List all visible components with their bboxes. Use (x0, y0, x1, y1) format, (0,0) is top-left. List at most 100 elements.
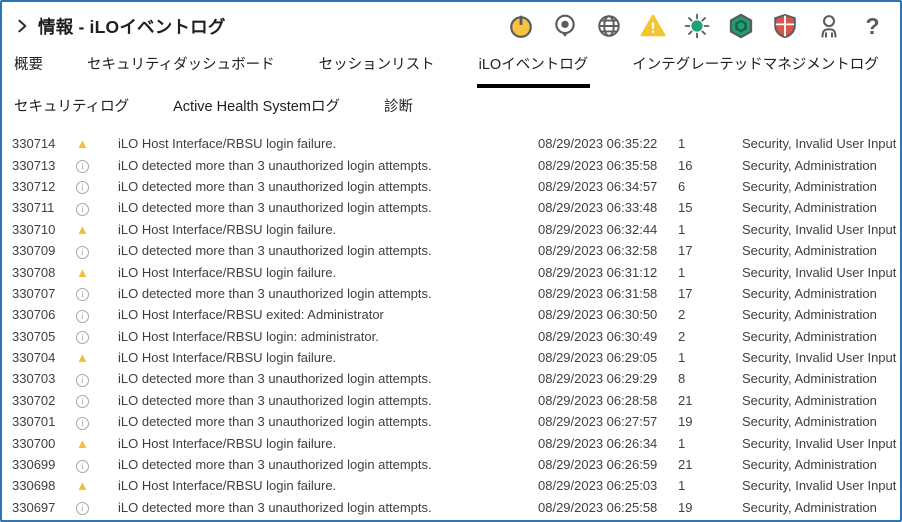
warning-icon: ▲ (76, 264, 89, 280)
event-description: iLO detected more than 3 unauthorized lo… (118, 200, 432, 216)
event-description: iLO Host Interface/RBSU login failure. (118, 478, 337, 494)
event-description: iLO detected more than 3 unauthorized lo… (118, 499, 432, 515)
warning-icon: ▲ (76, 478, 89, 494)
table-row[interactable]: 330709 i iLO detected more than 3 unauth… (2, 240, 900, 261)
table-row[interactable]: 330698 ▲ iLO Host Interface/RBSU login f… (2, 475, 900, 496)
event-description: iLO Host Interface/RBSU login: administr… (118, 328, 379, 344)
event-timestamp: 08/29/2023 06:34:57 (538, 178, 658, 194)
table-row[interactable]: 330705 i iLO Host Interface/RBSU login: … (2, 326, 900, 347)
event-id: 330704 (12, 350, 56, 366)
warning-icon: ▲ (76, 221, 89, 237)
table-row[interactable]: 330699 i iLO detected more than 3 unauth… (2, 454, 900, 475)
event-timestamp: 08/29/2023 06:27:57 (538, 414, 658, 430)
event-id: 330707 (12, 285, 56, 301)
info-icon: i (76, 181, 89, 195)
tab-overview[interactable]: 概要 (12, 53, 45, 88)
event-id: 330699 (12, 457, 56, 473)
event-description: iLO detected more than 3 unauthorized lo… (118, 285, 432, 301)
power-icon[interactable] (507, 13, 534, 40)
event-description: iLO Host Interface/RBSU login failure. (118, 435, 337, 451)
event-category: Security, Administration (742, 157, 877, 173)
event-description: iLO detected more than 3 unauthorized lo… (118, 157, 432, 173)
table-row[interactable]: 330707 i iLO detected more than 3 unauth… (2, 283, 900, 304)
globe-icon[interactable] (595, 13, 622, 40)
table-row[interactable]: 330697 i iLO detected more than 3 unauth… (2, 497, 900, 518)
event-description: iLO Host Interface/RBSU exited: Administ… (118, 307, 384, 323)
event-id: 330702 (12, 392, 56, 408)
chevron-right-icon[interactable] (14, 18, 30, 34)
event-timestamp: 08/29/2023 06:25:58 (538, 499, 658, 515)
table-row[interactable]: 330706 i iLO Host Interface/RBSU exited:… (2, 304, 900, 325)
user-icon[interactable] (815, 13, 842, 40)
tab-active-health-system-log[interactable]: Active Health Systemログ (171, 95, 342, 122)
event-category: Security, Administration (742, 200, 877, 216)
event-id: 330710 (12, 221, 56, 237)
event-category: Security, Invalid User Input (742, 264, 897, 280)
info-icon: i (76, 395, 89, 409)
tab-bar-secondary: セキュリティログ Active Health Systemログ 診断 (2, 95, 900, 122)
table-row[interactable]: 330700 ▲ iLO Host Interface/RBSU login f… (2, 432, 900, 453)
event-count: 1 (678, 264, 686, 280)
event-category: Security, Administration (742, 307, 877, 323)
hexagon-status-icon[interactable] (727, 13, 754, 40)
tab-session-list[interactable]: セッションリスト (317, 53, 437, 88)
health-sun-icon[interactable] (683, 13, 710, 40)
status-toolbar: ? (507, 13, 886, 40)
tab-ilo-event-log[interactable]: iLOイベントログ (476, 53, 591, 88)
warning-icon: ▲ (76, 350, 89, 366)
event-timestamp: 08/29/2023 06:32:44 (538, 221, 658, 237)
info-icon: i (76, 309, 89, 323)
tab-diagnostics[interactable]: 診断 (382, 95, 415, 122)
event-timestamp: 08/29/2023 06:33:48 (538, 200, 658, 216)
event-count: 8 (678, 371, 686, 387)
event-description: iLO detected more than 3 unauthorized lo… (118, 414, 432, 430)
table-row[interactable]: 330710 ▲ iLO Host Interface/RBSU login f… (2, 219, 900, 240)
help-icon[interactable]: ? (859, 13, 886, 40)
table-row[interactable]: 330712 i iLO detected more than 3 unauth… (2, 176, 900, 197)
event-category: Security, Administration (742, 178, 877, 194)
event-category: Security, Invalid User Input (742, 136, 897, 152)
uid-locator-icon[interactable] (551, 13, 578, 40)
tab-integrated-management-log[interactable]: インテグレーテッドマネジメントログ (630, 53, 881, 88)
info-icon: i (76, 416, 89, 430)
event-count: 16 (678, 157, 693, 173)
event-id: 330703 (12, 371, 56, 387)
event-count: 19 (678, 414, 693, 430)
table-row[interactable]: 330713 i iLO detected more than 3 unauth… (2, 154, 900, 175)
table-row[interactable]: 330703 i iLO detected more than 3 unauth… (2, 368, 900, 389)
event-description: iLO detected more than 3 unauthorized lo… (118, 178, 432, 194)
info-icon: i (76, 331, 89, 345)
event-category: Security, Invalid User Input (742, 478, 897, 494)
event-count: 17 (678, 243, 693, 259)
table-row[interactable]: 330711 i iLO detected more than 3 unauth… (2, 197, 900, 218)
event-category: Security, Administration (742, 414, 877, 430)
table-row[interactable]: 330704 ▲ iLO Host Interface/RBSU login f… (2, 347, 900, 368)
event-timestamp: 08/29/2023 06:28:58 (538, 392, 658, 408)
event-category: Security, Administration (742, 243, 877, 259)
event-description: iLO Host Interface/RBSU login failure. (118, 350, 337, 366)
event-count: 19 (678, 499, 693, 515)
tab-bar-primary: 概要 セキュリティダッシュボード セッションリスト iLOイベントログ インテグ… (2, 53, 900, 88)
event-id: 330700 (12, 435, 56, 451)
table-row[interactable]: 330714 ▲ iLO Host Interface/RBSU login f… (2, 133, 900, 154)
event-id: 330697 (12, 499, 56, 515)
event-timestamp: 08/29/2023 06:26:59 (538, 457, 658, 473)
event-category: Security, Administration (742, 328, 877, 344)
event-id: 330714 (12, 136, 56, 152)
warning-icon: ▲ (76, 435, 89, 451)
info-icon: i (76, 202, 89, 216)
warning-status-icon[interactable] (639, 13, 666, 40)
shield-status-icon[interactable] (771, 13, 798, 40)
event-category: Security, Administration (742, 285, 877, 301)
table-row[interactable]: 330702 i iLO detected more than 3 unauth… (2, 390, 900, 411)
table-row[interactable]: 330701 i iLO detected more than 3 unauth… (2, 411, 900, 432)
event-id: 330701 (12, 414, 56, 430)
tab-security-dashboard[interactable]: セキュリティダッシュボード (85, 53, 277, 88)
event-description: iLO Host Interface/RBSU login failure. (118, 136, 337, 152)
event-description: iLO detected more than 3 unauthorized lo… (118, 371, 432, 387)
tab-security-log[interactable]: セキュリティログ (12, 95, 131, 122)
event-timestamp: 08/29/2023 06:26:34 (538, 435, 658, 451)
ilo-event-log-page: 情報 - iLOイベントログ ? 概要 セキュリティダッシュボード セッションリ… (0, 0, 902, 522)
event-timestamp: 08/29/2023 06:29:05 (538, 350, 658, 366)
table-row[interactable]: 330708 ▲ iLO Host Interface/RBSU login f… (2, 261, 900, 282)
